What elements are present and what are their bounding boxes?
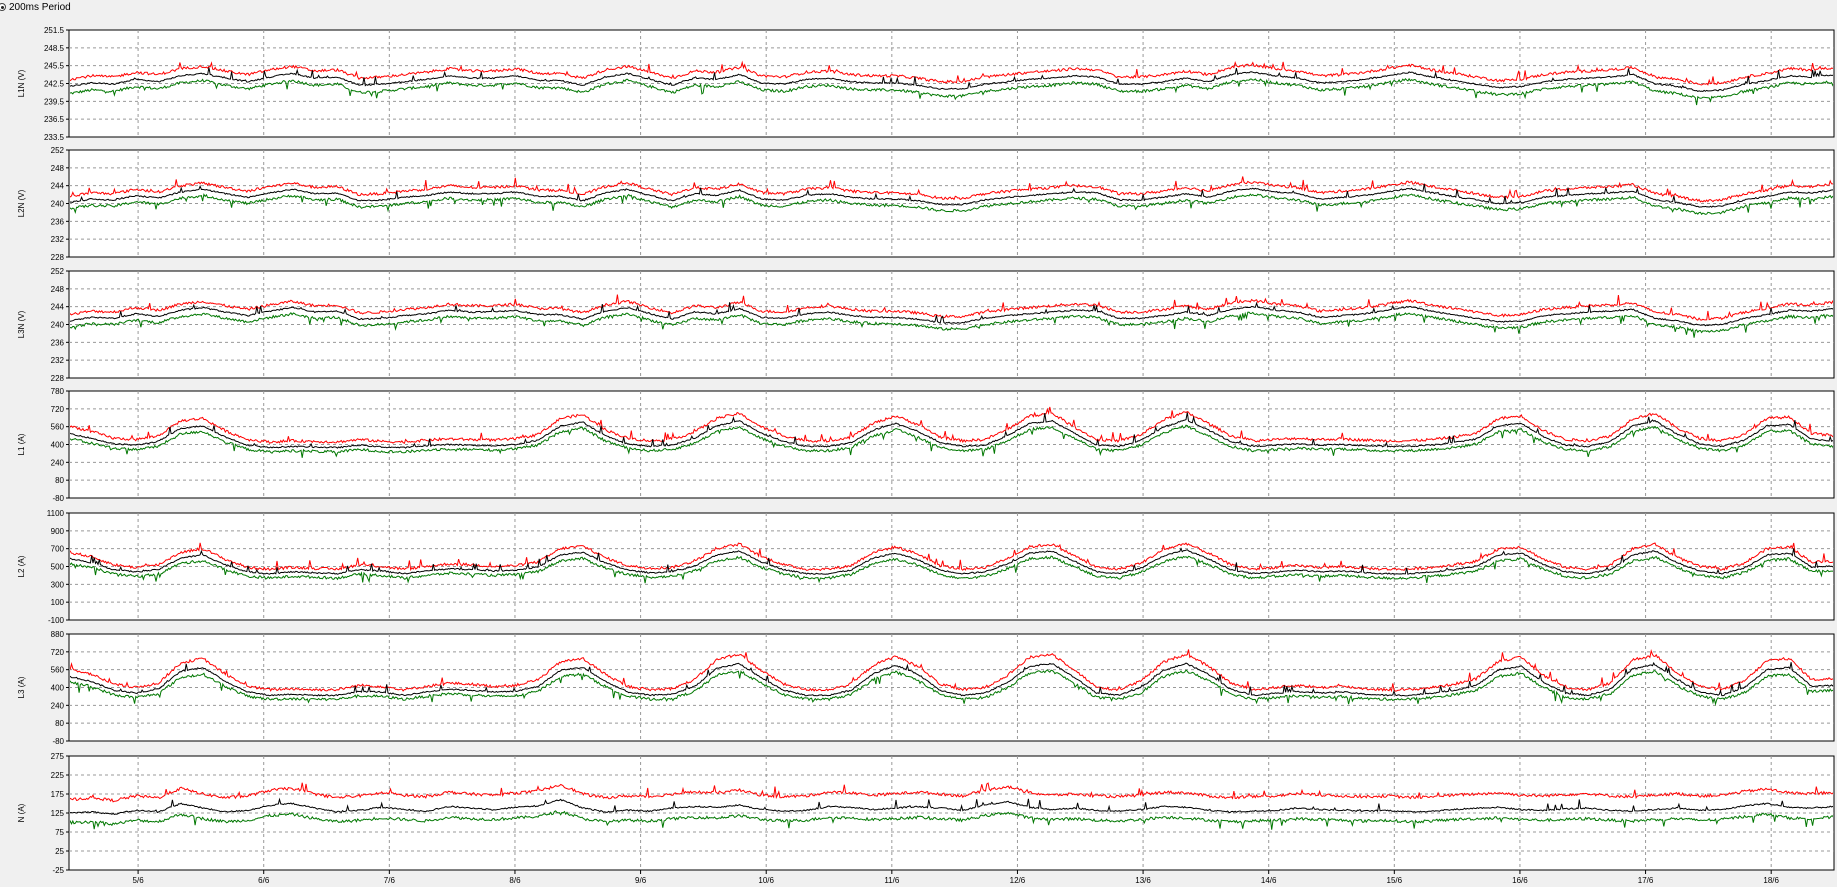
y-axis-label: L1 (A) bbox=[17, 433, 26, 455]
y-tick-label: 25 bbox=[55, 847, 64, 856]
y-tick-label: 720 bbox=[51, 648, 65, 657]
y-tick-label: 700 bbox=[51, 545, 65, 554]
y-tick-label: 240 bbox=[51, 321, 65, 330]
y-tick-label: 252 bbox=[51, 146, 65, 155]
y-tick-label: 560 bbox=[51, 666, 65, 675]
y-tick-label: 240 bbox=[51, 701, 65, 710]
y-axis-label: L3N (V) bbox=[17, 310, 26, 338]
y-tick-label: 245.5 bbox=[44, 62, 65, 71]
x-tick-label: 13/6 bbox=[1135, 876, 1151, 885]
y-tick-label: 780 bbox=[51, 387, 65, 396]
y-tick-label: 240 bbox=[51, 458, 65, 467]
y-axis-label: L3 (A) bbox=[17, 676, 26, 698]
x-tick-label: 15/6 bbox=[1387, 876, 1403, 885]
x-tick-label: 18/6 bbox=[1763, 876, 1779, 885]
y-tick-label: 239.5 bbox=[44, 97, 65, 106]
y-tick-label: -100 bbox=[48, 616, 65, 625]
chart-area: 251.5 248.5 245.5 242.5 239.5 236.5 233.5 L1N (… bbox=[0, 14, 1837, 887]
app-window: 200ms Period 251.5 248.5 245.5 242.5 239.5 23… bbox=[0, 0, 1837, 887]
x-tick-label: 12/6 bbox=[1010, 876, 1026, 885]
y-tick-label: 100 bbox=[51, 598, 65, 607]
y-axis-label: L1N (V) bbox=[17, 69, 26, 97]
y-tick-label: 1100 bbox=[47, 509, 65, 518]
y-tick-label: -80 bbox=[52, 737, 64, 746]
toolbar: 200ms Period bbox=[0, 0, 1837, 14]
x-tick-label: 7/6 bbox=[384, 876, 396, 885]
y-tick-label: 560 bbox=[51, 423, 65, 432]
y-tick-label: 232 bbox=[51, 356, 65, 365]
y-tick-label: 248 bbox=[51, 164, 65, 173]
y-tick-label: 248.5 bbox=[44, 44, 65, 53]
period-label: 200ms Period bbox=[9, 1, 71, 13]
y-axis-label: N (A) bbox=[17, 803, 26, 822]
y-tick-label: 236 bbox=[51, 338, 65, 347]
y-tick-label: 400 bbox=[51, 684, 65, 693]
y-tick-label: 80 bbox=[55, 476, 64, 485]
y-tick-label: 900 bbox=[51, 527, 65, 536]
y-tick-label: 244 bbox=[51, 182, 65, 191]
y-tick-label: 400 bbox=[51, 441, 65, 450]
y-tick-label: 236 bbox=[51, 217, 65, 226]
y-axis-label: L2 (A) bbox=[17, 555, 26, 577]
panel-1: 251.5 248.5 245.5 242.5 239.5 236.5 233.5 L1N (… bbox=[17, 26, 1835, 142]
y-tick-label: 75 bbox=[55, 828, 64, 837]
x-axis: 5/6 6/6 7/6 8/6 9/6 10/6 11/6 12/6 13/6 14/6 15/6 1… bbox=[133, 870, 1780, 885]
x-tick-label: 6/6 bbox=[258, 876, 270, 885]
x-tick-label: 11/6 bbox=[884, 876, 900, 885]
y-tick-label: 80 bbox=[55, 719, 64, 728]
x-tick-label: 8/6 bbox=[509, 876, 521, 885]
y-tick-label: 228 bbox=[51, 253, 65, 262]
y-tick-label: -80 bbox=[52, 494, 64, 503]
period-radio[interactable]: 200ms Period bbox=[0, 0, 71, 14]
y-tick-label: 300 bbox=[51, 580, 65, 589]
panel-5: 1100 900 700 500 300 100 -100 L2 (A) bbox=[17, 509, 1835, 625]
y-axis-label: L2N (V) bbox=[17, 189, 26, 217]
y-tick-label: 175 bbox=[51, 790, 65, 799]
y-tick-label: -25 bbox=[52, 866, 64, 875]
y-tick-label: 500 bbox=[51, 563, 65, 572]
x-tick-label: 5/6 bbox=[133, 876, 145, 885]
y-tick-label: 233.5 bbox=[44, 133, 65, 142]
y-tick-label: 228 bbox=[51, 374, 65, 383]
x-tick-label: 10/6 bbox=[758, 876, 774, 885]
y-tick-label: 240 bbox=[51, 200, 65, 209]
y-tick-label: 225 bbox=[51, 771, 65, 780]
y-tick-label: 232 bbox=[51, 235, 65, 244]
panel-6: 880 720 560 400 240 80 -80 L3 (A) bbox=[17, 630, 1835, 746]
y-tick-label: 242.5 bbox=[44, 80, 65, 89]
x-tick-label: 16/6 bbox=[1512, 876, 1528, 885]
y-tick-label: 720 bbox=[51, 405, 65, 414]
panel-2: 252 248 244 240 236 232 228 L2N (V) bbox=[17, 146, 1835, 262]
y-tick-label: 251.5 bbox=[44, 26, 65, 35]
x-tick-label: 17/6 bbox=[1638, 876, 1654, 885]
y-tick-label: 880 bbox=[51, 630, 65, 639]
x-tick-label: 14/6 bbox=[1261, 876, 1277, 885]
y-tick-label: 125 bbox=[51, 809, 65, 818]
y-tick-label: 275 bbox=[51, 752, 65, 761]
x-tick-label: 9/6 bbox=[635, 876, 647, 885]
y-tick-label: 244 bbox=[51, 303, 65, 312]
y-tick-label: 252 bbox=[51, 267, 65, 276]
y-tick-label: 236.5 bbox=[44, 115, 65, 124]
radio-button-icon[interactable] bbox=[0, 3, 6, 11]
y-tick-label: 248 bbox=[51, 285, 65, 294]
panel-7: 275 225 175 125 75 25 -25 N (A) bbox=[17, 752, 1835, 875]
panel-3: 252 248 244 240 236 232 228 L3N (V) bbox=[17, 267, 1835, 383]
panel-4: 780 720 560 400 240 80 -80 L1 (A) bbox=[17, 387, 1835, 503]
